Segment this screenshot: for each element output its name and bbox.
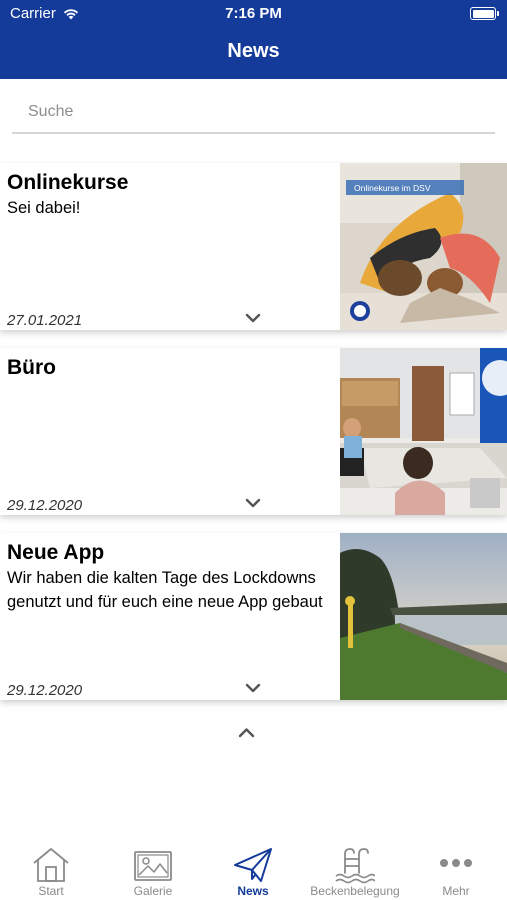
tab-label: Beckenbelegung (310, 884, 400, 898)
search-input[interactable] (12, 96, 495, 128)
image-caption: Onlinekurse im DSV (354, 183, 431, 193)
tab-news[interactable]: News (203, 834, 303, 900)
battery-icon (470, 7, 499, 20)
news-card[interactable]: Onlinekurse Sei dabei! 27.01.2021 Online… (0, 163, 507, 330)
status-bar: Carrier 7:16 PM (0, 0, 507, 28)
navigation-bar: Carrier 7:16 PM News (0, 0, 507, 79)
news-date: 27.01.2021 (7, 312, 83, 329)
pool-ladder-icon (335, 848, 375, 884)
news-card[interactable]: Büro 29.12.2020 (0, 348, 507, 515)
tab-galerie[interactable]: Galerie (103, 834, 203, 900)
tab-label: Galerie (133, 884, 173, 898)
more-icon (440, 859, 472, 867)
paper-plane-icon (234, 848, 272, 882)
chevron-down-icon[interactable] (245, 498, 261, 508)
news-image (340, 533, 507, 700)
home-icon (33, 848, 69, 882)
news-card[interactable]: Neue App Wir haben die kalten Tage des L… (0, 533, 507, 700)
search-bar (12, 96, 495, 134)
clock: 7:16 PM (225, 5, 282, 22)
chevron-down-icon[interactable] (245, 313, 261, 323)
tab-label: Start (38, 884, 64, 898)
chevron-down-icon[interactable] (245, 683, 261, 693)
tab-bar: Start Galerie News Beckenbelegung Mehr (0, 834, 507, 900)
news-teaser: Sei dabei! (7, 199, 81, 217)
tab-start[interactable]: Start (1, 834, 101, 900)
chevron-up-icon[interactable] (238, 727, 255, 738)
news-date: 29.12.2020 (7, 682, 83, 699)
news-title: Onlinekurse (7, 171, 129, 194)
news-date: 29.12.2020 (7, 497, 83, 514)
page-title: News (227, 40, 280, 62)
news-teaser: Wir haben die kalten Tage des Lockdowns … (7, 569, 323, 611)
news-title: Büro (7, 356, 56, 379)
tab-mehr[interactable]: Mehr (406, 834, 506, 900)
news-title: Neue App (7, 541, 105, 564)
tab-label: News (237, 884, 269, 898)
tab-beckenbelegung[interactable]: Beckenbelegung (305, 834, 405, 900)
news-image (340, 348, 507, 515)
news-image: Onlinekurse im DSV (340, 163, 507, 330)
gallery-icon (134, 851, 172, 881)
tab-label: Mehr (442, 884, 470, 898)
